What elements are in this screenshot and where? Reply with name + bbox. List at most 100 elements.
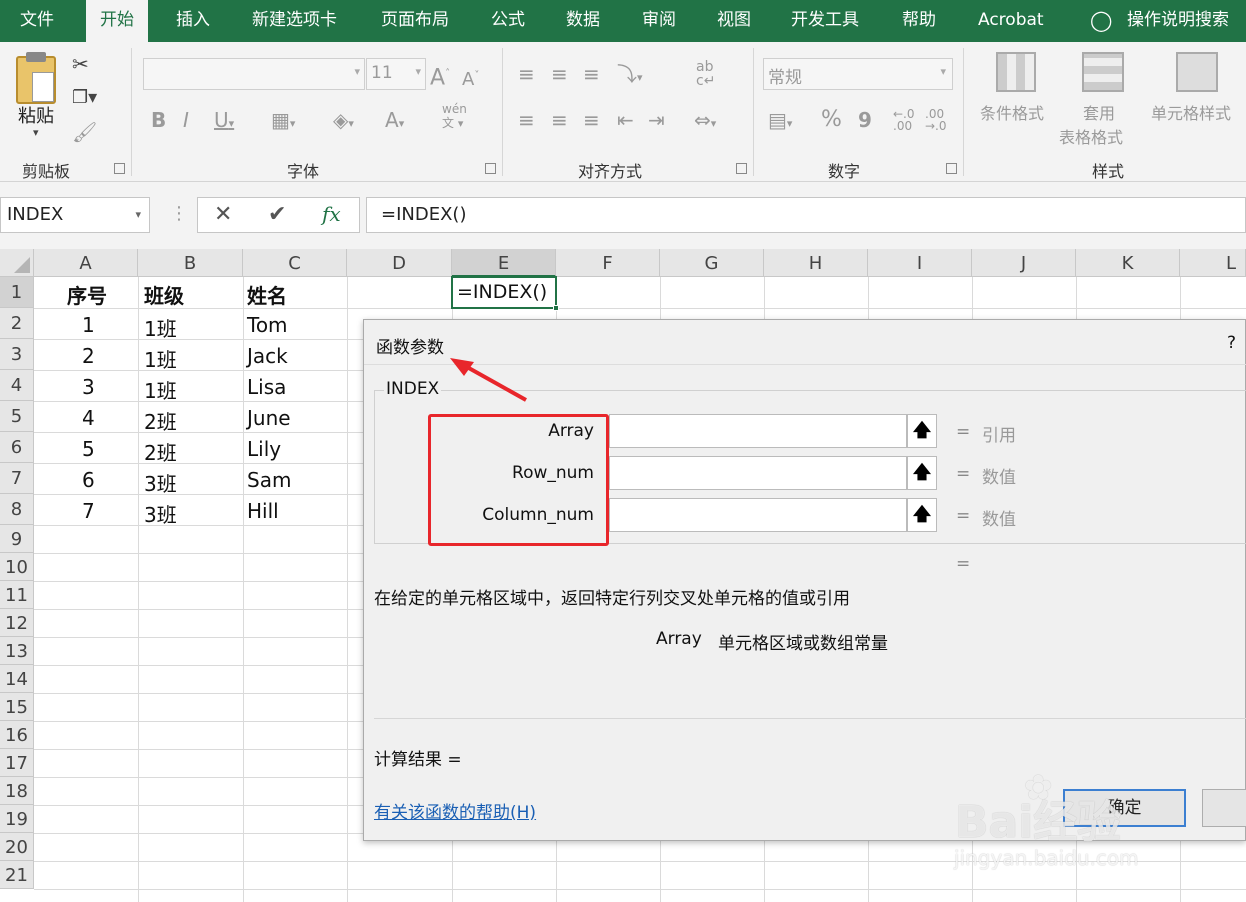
- clipboard-launcher-icon[interactable]: [114, 163, 125, 174]
- conditional-format-icon[interactable]: [996, 52, 1036, 92]
- row-header[interactable]: 14: [0, 665, 34, 693]
- row-header[interactable]: 3: [0, 339, 34, 370]
- cell-a[interactable]: 2: [82, 344, 95, 368]
- column-header[interactable]: K: [1076, 249, 1180, 277]
- tab-acrobat[interactable]: Acrobat: [978, 0, 1044, 42]
- tell-me-search[interactable]: 操作说明搜索: [1127, 0, 1229, 42]
- row-header[interactable]: 5: [0, 401, 34, 432]
- font-size-dropdown[interactable]: 11 ▾: [366, 58, 426, 90]
- tab-data[interactable]: 数据: [566, 0, 600, 42]
- column-header[interactable]: C: [243, 249, 347, 277]
- paste-dropdown-icon[interactable]: ▾: [33, 126, 39, 139]
- formula-input[interactable]: =INDEX(): [366, 197, 1246, 233]
- lightbulb-icon[interactable]: ◯: [1090, 0, 1112, 42]
- cell-b[interactable]: 1班: [144, 313, 177, 342]
- column-header[interactable]: A: [34, 249, 138, 277]
- column-header[interactable]: I: [868, 249, 972, 277]
- collapse-dialog-icon[interactable]: 🡅: [907, 414, 937, 448]
- underline-icon[interactable]: U▾: [214, 108, 234, 136]
- shrink-font-icon[interactable]: A˅: [462, 64, 479, 92]
- cell-a1[interactable]: 序号: [67, 280, 107, 309]
- orientation-icon[interactable]: ⤵▾: [617, 62, 643, 90]
- column-header[interactable]: D: [347, 249, 452, 277]
- cell-styles-icon[interactable]: [1176, 52, 1218, 92]
- row-header[interactable]: 21: [0, 861, 34, 889]
- column-header[interactable]: E: [452, 249, 556, 277]
- cell-c[interactable]: Tom: [247, 313, 288, 337]
- row-header[interactable]: 20: [0, 833, 34, 861]
- merge-center-icon[interactable]: ⇔▾: [694, 108, 716, 136]
- arg-input-column-num[interactable]: [609, 498, 907, 532]
- tab-home[interactable]: 开始: [86, 0, 148, 42]
- align-left-icon[interactable]: ≡: [518, 108, 535, 132]
- number-launcher-icon[interactable]: [946, 163, 957, 174]
- fill-handle[interactable]: [553, 305, 559, 311]
- row-header[interactable]: 11: [0, 581, 34, 609]
- align-top-icon[interactable]: ≡: [518, 62, 535, 86]
- arg-input-array[interactable]: [609, 414, 907, 448]
- column-header[interactable]: B: [138, 249, 243, 277]
- row-header[interactable]: 1: [0, 277, 34, 308]
- comma-style-icon[interactable]: 9: [858, 108, 872, 132]
- percent-icon[interactable]: %: [821, 108, 842, 132]
- conditional-format-label[interactable]: 条件格式: [980, 100, 1044, 124]
- tab-page-layout[interactable]: 页面布局: [381, 0, 449, 42]
- copy-icon[interactable]: ❐▾: [72, 86, 97, 110]
- increase-decimal-icon[interactable]: ←.0.00: [893, 108, 915, 132]
- row-header[interactable]: 7: [0, 463, 34, 494]
- row-header[interactable]: 4: [0, 370, 34, 401]
- column-header[interactable]: J: [972, 249, 1076, 277]
- formula-bar-splitter[interactable]: ⋮: [170, 203, 188, 224]
- row-header[interactable]: 10: [0, 553, 34, 581]
- cell-c1[interactable]: 姓名: [247, 280, 287, 309]
- cell-a[interactable]: 7: [82, 499, 95, 523]
- cell-c[interactable]: June: [247, 406, 291, 430]
- row-header[interactable]: 18: [0, 777, 34, 805]
- row-header[interactable]: 12: [0, 609, 34, 637]
- cell-a[interactable]: 6: [82, 468, 95, 492]
- cell-b[interactable]: 1班: [144, 344, 177, 373]
- cell-c[interactable]: Hill: [247, 499, 279, 523]
- row-header[interactable]: 6: [0, 432, 34, 463]
- row-header[interactable]: 19: [0, 805, 34, 833]
- dialog-help-button[interactable]: ?: [1227, 333, 1236, 353]
- tab-view[interactable]: 视图: [717, 0, 751, 42]
- collapse-dialog-icon[interactable]: 🡅: [907, 498, 937, 532]
- font-name-dropdown[interactable]: ▾: [143, 58, 365, 90]
- cancel-button[interactable]: [1202, 789, 1246, 827]
- cell-b1[interactable]: 班级: [144, 280, 184, 309]
- cell-c[interactable]: Lisa: [247, 375, 286, 399]
- phonetic-icon[interactable]: wén 文 ▾: [442, 102, 467, 131]
- cell-b[interactable]: 2班: [144, 437, 177, 466]
- cut-icon[interactable]: ✂: [72, 52, 89, 76]
- cell-b[interactable]: 1班: [144, 375, 177, 404]
- font-launcher-icon[interactable]: [485, 163, 496, 174]
- font-color-icon[interactable]: A▾: [385, 108, 404, 136]
- cell-styles-label[interactable]: 单元格样式: [1151, 100, 1231, 124]
- tab-new[interactable]: 新建选项卡: [252, 0, 337, 42]
- alignment-launcher-icon[interactable]: [736, 163, 747, 174]
- cell-c[interactable]: Sam: [247, 468, 291, 492]
- grow-font-icon[interactable]: A˄: [430, 62, 450, 90]
- row-header[interactable]: 9: [0, 525, 34, 553]
- tab-formulas[interactable]: 公式: [491, 0, 525, 42]
- italic-icon[interactable]: I: [183, 108, 189, 132]
- format-as-table-label1[interactable]: 套用: [1083, 100, 1115, 124]
- accounting-format-icon[interactable]: ▤▾: [768, 108, 792, 136]
- cell-a[interactable]: 4: [82, 406, 95, 430]
- tab-insert[interactable]: 插入: [176, 0, 210, 42]
- fill-color-icon[interactable]: ◈▾: [333, 108, 354, 136]
- increase-indent-icon[interactable]: ⇥: [648, 108, 665, 132]
- align-bottom-icon[interactable]: ≡: [583, 62, 600, 86]
- row-header[interactable]: 2: [0, 308, 34, 339]
- paste-label[interactable]: 粘贴: [18, 102, 54, 128]
- border-icon[interactable]: ▦▾: [271, 108, 295, 136]
- align-middle-icon[interactable]: ≡: [551, 62, 568, 86]
- align-right-icon[interactable]: ≡: [583, 108, 600, 132]
- cell-b[interactable]: 3班: [144, 468, 177, 497]
- column-header[interactable]: F: [556, 249, 660, 277]
- function-help-link[interactable]: 有关该函数的帮助(H): [374, 798, 536, 823]
- align-center-icon[interactable]: ≡: [551, 108, 568, 132]
- column-header[interactable]: H: [764, 249, 868, 277]
- row-header[interactable]: 13: [0, 637, 34, 665]
